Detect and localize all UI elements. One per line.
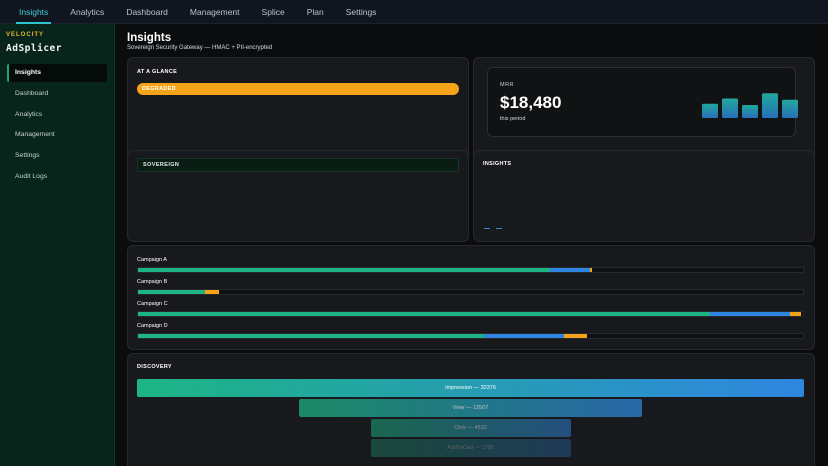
brand-tagline: VELOCITY — [6, 32, 45, 38]
campaign-bar — [137, 289, 804, 295]
campaign-segment-orange — [204, 290, 220, 294]
brand-logo[interactable]: AdSplicer — [6, 43, 62, 54]
campaign-label: Campaign A — [137, 257, 167, 263]
tab-plan[interactable]: Plan — [296, 0, 335, 24]
tab-settings[interactable]: Settings — [335, 0, 388, 24]
sidebar-item-management[interactable]: Management — [7, 126, 107, 144]
mrr-panel: MRR $18,480 this period — [487, 67, 798, 137]
sparkline-bar — [782, 99, 798, 118]
campaign-segment-green — [138, 312, 710, 316]
main-content: Insights Sovereign Security Gateway — HM… — [116, 24, 828, 466]
page-subtitle: Sovereign Security Gateway — HMAC + PII-… — [127, 45, 273, 51]
tab-management[interactable]: Management — [179, 0, 251, 24]
campaign-bar — [137, 311, 804, 317]
campaign-bar — [137, 267, 804, 273]
tab-insights[interactable]: Insights — [8, 0, 59, 24]
campaign-segment-orange — [563, 334, 587, 338]
kpi-label: MRR — [500, 82, 515, 88]
kpi-value: $18,480 — [500, 93, 562, 112]
campaign-segment-orange — [590, 268, 592, 272]
campaign-segment-green — [138, 290, 205, 294]
tab-dashboard[interactable]: Dashboard — [115, 0, 179, 24]
campaign-label: Campaign C — [137, 301, 168, 307]
sparkline-bar — [702, 103, 718, 118]
campaign-segment-blue — [550, 268, 591, 272]
kpi-period: this period — [500, 116, 526, 122]
campaigns-card: Campaign A Campaign B Campaign C Campaign D — [127, 245, 815, 350]
funnel-stage: Impression — 32376 — [137, 379, 804, 397]
page-title: Insights — [127, 32, 172, 44]
sidebar: VELOCITY AdSplicer Insights Dashboard An… — [0, 24, 115, 466]
at-a-glance-label: AT A GLANCE — [137, 69, 178, 75]
sidebar-item-settings[interactable]: Settings — [7, 147, 107, 165]
mrr-sparkline — [702, 93, 798, 118]
sovereign-label: SOVEREIGN — [137, 158, 459, 172]
tab-splice[interactable]: Splice — [251, 0, 296, 24]
sparkline-bar — [762, 93, 778, 118]
funnel-stage: AddToCart — 1795 — [370, 439, 571, 457]
discovery-title: DISCOVERY — [137, 364, 172, 370]
campaign-segment-green — [138, 268, 551, 272]
discovery-card: DISCOVERY Impression — 32376 View — 12507… — [127, 353, 815, 466]
campaign-label: Campaign D — [137, 323, 168, 329]
campaign-bar — [137, 333, 804, 339]
sparkline-bar — [722, 98, 738, 118]
insights-card-label: INSIGHTS — [483, 161, 512, 167]
sidebar-item-dashboard[interactable]: Dashboard — [7, 85, 107, 103]
campaign-segment-blue — [483, 334, 564, 338]
tab-analytics[interactable]: Analytics — [59, 0, 115, 24]
sparkline-bar — [742, 105, 758, 118]
campaign-label: Campaign B — [137, 279, 168, 285]
funnel-stage: Click — 4532 — [370, 419, 571, 437]
campaign-segment-orange — [789, 312, 801, 316]
insights-card: INSIGHTS — [473, 150, 815, 242]
status-badge: DEGRADED — [137, 83, 459, 95]
top-nav: Insights Analytics Dashboard Management … — [0, 0, 828, 24]
insights-placeholder-line — [496, 228, 502, 229]
sovereign-card: SOVEREIGN — [127, 150, 469, 242]
funnel-stage: View — 12507 — [299, 399, 642, 417]
insights-placeholder-line — [484, 228, 490, 229]
sidebar-item-analytics[interactable]: Analytics — [7, 106, 107, 124]
campaign-segment-green — [138, 334, 484, 338]
sidebar-item-insights[interactable]: Insights — [7, 64, 107, 82]
sidebar-item-audit-logs[interactable]: Audit Logs — [7, 168, 107, 186]
campaign-segment-blue — [709, 312, 790, 316]
